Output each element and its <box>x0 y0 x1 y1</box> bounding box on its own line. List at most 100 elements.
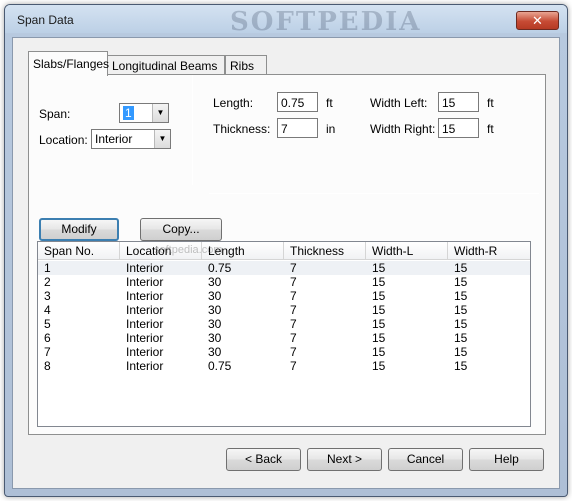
cell-length: 30 <box>208 275 222 289</box>
cell-width-r: 15 <box>454 289 468 303</box>
cell-span-no: 4 <box>44 303 51 317</box>
tab-slabs-flanges[interactable]: Slabs/Flanges <box>28 51 109 76</box>
length-label: Length: <box>213 96 254 110</box>
span-table[interactable]: Span No. Location Length Thickness Width… <box>37 241 531 427</box>
table-row[interactable]: 8 Interior 0.75 7 15 15 <box>38 359 530 373</box>
cell-thickness: 7 <box>290 359 297 373</box>
window-title: Span Data <box>17 13 74 27</box>
cell-width-l: 15 <box>372 303 386 317</box>
location-label: Location: <box>39 133 88 147</box>
chevron-down-icon[interactable]: ▼ <box>154 130 170 148</box>
cell-location: Interior <box>126 359 164 373</box>
cell-width-r: 15 <box>454 261 468 275</box>
next-button[interactable]: Next > <box>307 448 382 471</box>
cell-thickness: 7 <box>290 289 297 303</box>
slabs-flanges-panel: Span: 1 ▼ Location: Interior ▼ Length: f… <box>28 74 546 435</box>
cell-length: 30 <box>208 289 222 303</box>
cell-width-r: 15 <box>454 275 468 289</box>
cell-width-r: 15 <box>454 303 468 317</box>
length-field[interactable] <box>277 92 318 112</box>
cell-span-no: 1 <box>44 261 51 275</box>
width-left-field[interactable] <box>438 92 479 112</box>
column-header-width-l[interactable]: Width-L <box>366 242 448 260</box>
table-row[interactable]: 7 Interior 30 7 15 15 <box>38 345 530 359</box>
span-select-value: 1 <box>123 106 134 120</box>
tab-ribs[interactable]: Ribs <box>225 55 267 75</box>
cell-location: Interior <box>126 303 164 317</box>
cell-length: 30 <box>208 345 222 359</box>
cell-length: 30 <box>208 303 222 317</box>
width-right-label: Width Right: <box>370 122 436 136</box>
modify-button[interactable]: Modify <box>39 218 119 241</box>
chevron-down-icon[interactable]: ▼ <box>152 104 168 122</box>
cell-width-l: 15 <box>372 261 386 275</box>
thickness-unit: in <box>326 122 336 136</box>
dialog-client-area: Slabs/Flanges Longitudinal Beams Ribs Sp… <box>12 37 560 489</box>
length-unit: ft <box>326 96 333 110</box>
width-right-unit: ft <box>487 122 494 136</box>
width-left-label: Width Left: <box>370 96 428 110</box>
cell-width-l: 15 <box>372 331 386 345</box>
column-header-thickness[interactable]: Thickness <box>284 242 366 260</box>
table-row[interactable]: 4 Interior 30 7 15 15 <box>38 303 530 317</box>
table-watermark: softpedia.com <box>154 244 223 256</box>
column-header-width-r[interactable]: Width-R <box>448 242 530 260</box>
span-data-window: Span Data SOFTPEDIA ✕ Slabs/Flanges Long… <box>4 4 568 497</box>
close-icon[interactable]: ✕ <box>516 11 559 30</box>
cell-span-no: 5 <box>44 317 51 331</box>
thickness-field[interactable] <box>277 118 318 138</box>
cell-width-l: 15 <box>372 345 386 359</box>
cell-width-r: 15 <box>454 345 468 359</box>
copy-button[interactable]: Copy... <box>140 218 222 241</box>
table-row[interactable]: 3 Interior 30 7 15 15 <box>38 289 530 303</box>
table-row[interactable]: 1 Interior 0.75 7 15 15 <box>38 261 530 275</box>
cell-span-no: 3 <box>44 289 51 303</box>
cell-thickness: 7 <box>290 275 297 289</box>
cell-width-l: 15 <box>372 289 386 303</box>
cell-thickness: 7 <box>290 303 297 317</box>
cell-location: Interior <box>126 261 164 275</box>
cell-location: Interior <box>126 345 164 359</box>
watermark-text: SOFTPEDIA <box>230 7 422 37</box>
cell-thickness: 7 <box>290 261 297 275</box>
cell-location: Interior <box>126 275 164 289</box>
help-button[interactable]: Help <box>469 448 544 471</box>
cell-width-r: 15 <box>454 331 468 345</box>
table-body: 1 Interior 0.75 7 15 15 2 Interior 30 7 15 15 3 Inter… <box>38 261 530 373</box>
cell-width-l: 15 <box>372 275 386 289</box>
cell-length: 30 <box>208 317 222 331</box>
table-row[interactable]: 6 Interior 30 7 15 15 <box>38 331 530 345</box>
thickness-label: Thickness: <box>213 122 271 136</box>
cell-width-r: 15 <box>454 359 468 373</box>
span-label: Span: <box>39 107 71 121</box>
cell-thickness: 7 <box>290 317 297 331</box>
vertical-divider <box>192 75 193 185</box>
cell-width-r: 15 <box>454 317 468 331</box>
cell-thickness: 7 <box>290 331 297 345</box>
cell-thickness: 7 <box>290 345 297 359</box>
table-row[interactable]: 5 Interior 30 7 15 15 <box>38 317 530 331</box>
cell-width-l: 15 <box>372 317 386 331</box>
location-select[interactable]: Interior ▼ <box>91 129 171 149</box>
location-select-value: Interior <box>95 132 133 146</box>
cell-span-no: 7 <box>44 345 51 359</box>
width-left-unit: ft <box>487 96 494 110</box>
cell-location: Interior <box>126 331 164 345</box>
cell-width-l: 15 <box>372 359 386 373</box>
cancel-button[interactable]: Cancel <box>388 448 463 471</box>
tab-longitudinal-beams[interactable]: Longitudinal Beams <box>107 55 225 75</box>
cell-span-no: 8 <box>44 359 51 373</box>
cell-span-no: 6 <box>44 331 51 345</box>
cell-location: Interior <box>126 317 164 331</box>
column-header-span-no[interactable]: Span No. <box>38 242 120 260</box>
cell-location: Interior <box>126 289 164 303</box>
back-button[interactable]: < Back <box>226 448 301 471</box>
title-bar[interactable]: Span Data SOFTPEDIA ✕ <box>5 5 567 37</box>
cell-span-no: 2 <box>44 275 51 289</box>
cell-length: 0.75 <box>208 261 232 275</box>
span-select[interactable]: 1 ▼ <box>119 103 169 123</box>
cell-length: 30 <box>208 331 222 345</box>
table-header: Span No. Location Length Thickness Width… <box>38 242 530 260</box>
width-right-field[interactable] <box>438 118 479 138</box>
table-row[interactable]: 2 Interior 30 7 15 15 <box>38 275 530 289</box>
